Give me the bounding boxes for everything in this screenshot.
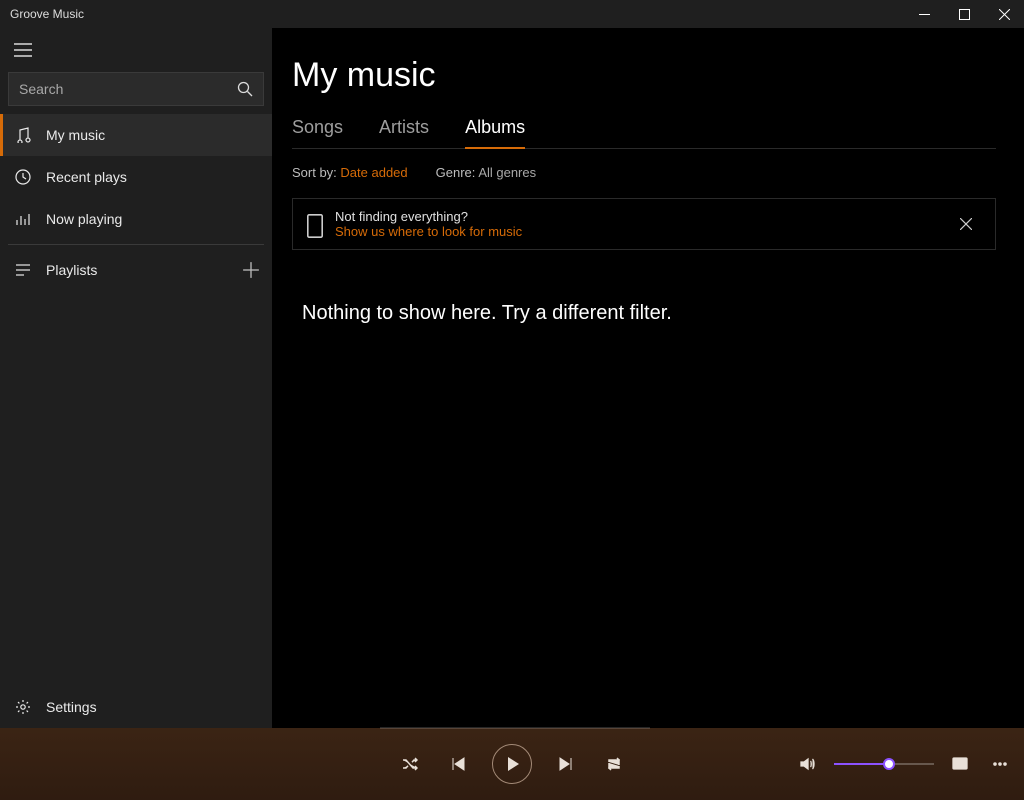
tab-songs[interactable]: Songs [292, 117, 343, 148]
maximize-button[interactable] [944, 0, 984, 28]
title-bar: Groove Music [0, 0, 1024, 28]
playback-controls [396, 744, 628, 784]
sort-value: Date added [340, 165, 407, 180]
banner-text: Not finding everything? Show us where to… [335, 209, 939, 239]
nav-item-settings[interactable]: Settings [0, 686, 272, 728]
more-button[interactable] [986, 750, 1014, 778]
nav-item-label: Settings [46, 699, 97, 715]
device-icon [307, 214, 323, 234]
filter-bar: Sort by: Date added Genre: All genres [292, 165, 996, 180]
nav-item-playlists[interactable]: Playlists [0, 249, 272, 291]
content-area: My music Songs Artists Albums Sort by: D… [272, 28, 1024, 728]
volume-slider[interactable] [834, 754, 934, 774]
genre-label: Genre: [436, 165, 476, 180]
play-button[interactable] [492, 744, 532, 784]
equalizer-icon [14, 210, 32, 228]
sidebar: My music Recent plays Now playing [0, 28, 272, 728]
banner-line1: Not finding everything? [335, 209, 939, 224]
genre-filter[interactable]: Genre: All genres [436, 165, 536, 180]
window-title: Groove Music [0, 7, 904, 21]
page-title: My music [292, 56, 996, 95]
nav-item-label: Now playing [46, 211, 122, 227]
tab-bar: Songs Artists Albums [292, 117, 996, 149]
tab-albums[interactable]: Albums [465, 117, 525, 148]
minimize-button[interactable] [904, 0, 944, 28]
volume-thumb[interactable] [883, 758, 895, 770]
search-input[interactable] [19, 81, 237, 97]
music-note-icon [14, 126, 32, 144]
sort-label: Sort by: [292, 165, 337, 180]
search-container [0, 72, 272, 114]
close-button[interactable] [984, 0, 1024, 28]
nav-item-label: Playlists [46, 262, 97, 278]
nav-item-label: Recent plays [46, 169, 127, 185]
repeat-button[interactable] [600, 750, 628, 778]
banner-link[interactable]: Show us where to look for music [335, 224, 939, 239]
nav-list: My music Recent plays Now playing [0, 114, 272, 291]
banner-close-button[interactable] [951, 209, 981, 239]
playlist-icon [14, 261, 32, 279]
nav-item-label: My music [46, 127, 105, 143]
gear-icon [14, 698, 32, 716]
nav-item-my-music[interactable]: My music [0, 114, 272, 156]
app-body: My music Recent plays Now playing [0, 28, 1024, 728]
genre-value: All genres [478, 165, 536, 180]
hamburger-button[interactable] [0, 28, 272, 72]
player-right-controls [794, 750, 1014, 778]
nav-item-recent-plays[interactable]: Recent plays [0, 156, 272, 198]
info-banner: Not finding everything? Show us where to… [292, 198, 996, 250]
search-icon[interactable] [237, 81, 253, 97]
player-bar [0, 728, 1024, 800]
shuffle-button[interactable] [396, 750, 424, 778]
sort-filter[interactable]: Sort by: Date added [292, 165, 408, 180]
tab-artists[interactable]: Artists [379, 117, 429, 148]
now-playing-view-button[interactable] [946, 750, 974, 778]
next-button[interactable] [552, 750, 580, 778]
clock-icon [14, 168, 32, 186]
app-window: Groove Music [0, 0, 1024, 800]
add-playlist-button[interactable] [242, 261, 260, 279]
nav-item-now-playing[interactable]: Now playing [0, 198, 272, 240]
volume-button[interactable] [794, 750, 822, 778]
seek-bar[interactable] [380, 726, 650, 730]
empty-state-message: Nothing to show here. Try a different fi… [302, 302, 996, 325]
previous-button[interactable] [444, 750, 472, 778]
search-box[interactable] [8, 72, 264, 106]
sidebar-divider [8, 244, 264, 245]
